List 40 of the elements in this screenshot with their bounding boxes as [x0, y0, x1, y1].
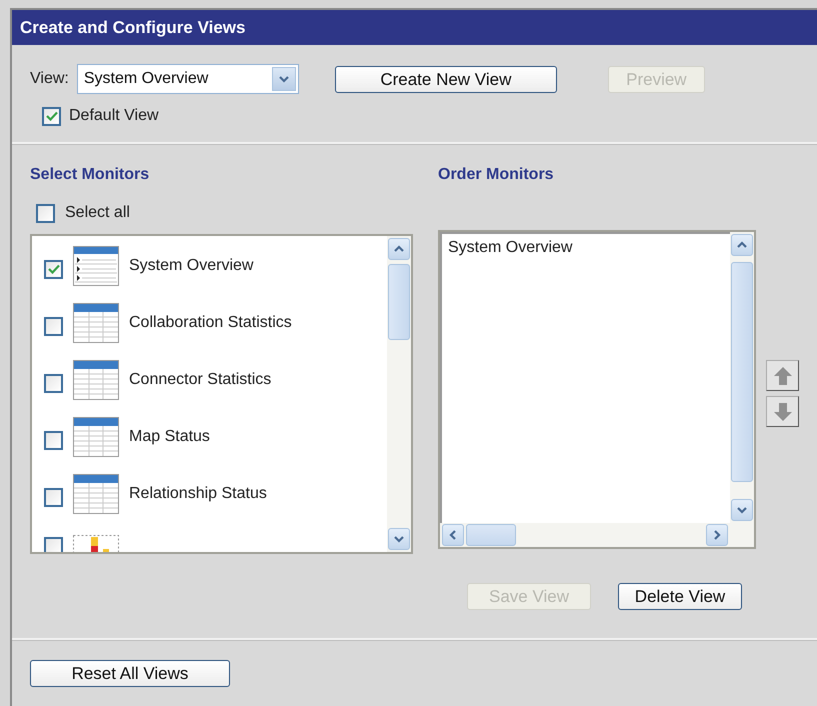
checkbox[interactable] — [44, 488, 63, 506]
checkbox[interactable] — [44, 430, 63, 450]
check-icon — [48, 264, 60, 274]
scroll-thumb[interactable] — [731, 262, 753, 482]
check-icon — [46, 111, 58, 121]
monitor-name[interactable]: System Overview — [129, 254, 254, 278]
view-dropdown[interactable]: System Overview — [76, 64, 299, 94]
monitor-name[interactable]: Connector Statistics — [129, 368, 272, 392]
order-monitors-heading: Order Monitors — [438, 165, 555, 185]
table-icon — [73, 303, 119, 343]
checkbox[interactable] — [44, 316, 63, 336]
checkbox[interactable] — [36, 204, 55, 222]
monitor-name[interactable]: Map Status — [129, 425, 210, 449]
scroll-thumb[interactable] — [466, 524, 516, 546]
order-item[interactable]: System Overview — [448, 236, 730, 260]
vertical-scrollbar[interactable] — [387, 236, 411, 552]
table-icon — [73, 474, 119, 514]
table-icon — [73, 417, 119, 457]
arrow-up-icon — [772, 364, 794, 386]
table-icon — [73, 360, 119, 400]
create-view-button[interactable]: Create New View — [334, 66, 557, 92]
monitor-name[interactable]: Relationship Status — [129, 482, 267, 506]
arrow-down-icon — [772, 400, 794, 422]
monitor-name[interactable]: Collaboration Statistics — [129, 311, 292, 335]
default-view-label: Default View — [69, 106, 159, 126]
checkbox[interactable] — [44, 537, 63, 552]
delete-view-button[interactable]: Delete View — [618, 583, 742, 610]
reset-all-views-button[interactable]: Reset All Views — [30, 660, 230, 687]
select-monitors-heading: Select Monitors — [30, 165, 150, 185]
view-label: View: — [30, 69, 69, 89]
panel-title: Create and Configure Views — [20, 16, 246, 39]
select-all-label: Select all — [65, 203, 130, 223]
move-down-button[interactable] — [766, 396, 799, 427]
move-up-button[interactable] — [766, 360, 799, 391]
list-icon — [73, 246, 119, 286]
checkbox[interactable] — [44, 374, 63, 392]
vertical-scrollbar[interactable] — [730, 232, 754, 523]
checkbox[interactable] — [44, 260, 63, 278]
scroll-thumb[interactable] — [388, 264, 410, 340]
checkbox[interactable] — [42, 106, 61, 126]
